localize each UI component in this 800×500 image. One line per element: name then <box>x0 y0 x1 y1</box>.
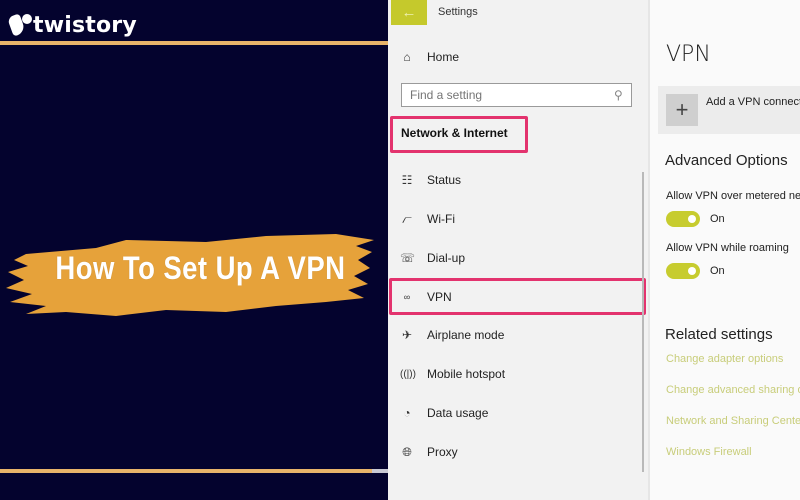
link-adapter-options[interactable]: Change adapter options <box>666 353 783 365</box>
option-label: Allow VPN while roaming <box>666 242 789 254</box>
page-title: VPN <box>666 42 711 67</box>
search-icon[interactable]: ⚲ <box>614 88 623 102</box>
scrollbar[interactable] <box>642 172 644 472</box>
nav-dialup[interactable]: ☏ Dial-up <box>400 245 465 271</box>
highlight-vpn <box>389 278 646 315</box>
nav-label: Data usage <box>427 406 489 420</box>
wifi-icon: ⦧ <box>402 211 412 226</box>
bottom-divider <box>0 469 372 473</box>
advanced-options-title: Advanced Options <box>665 152 788 169</box>
add-vpn-label[interactable]: Add a VPN connection <box>706 96 800 108</box>
back-button[interactable]: ← <box>391 0 427 25</box>
roaming-toggle[interactable] <box>666 263 700 279</box>
search-box[interactable]: ⚲ <box>401 83 632 107</box>
bottom-divider-end <box>372 469 388 473</box>
nav-airplane[interactable]: ✈ Airplane mode <box>400 322 504 348</box>
brand-logo-icon <box>6 13 32 37</box>
airplane-icon: ✈ <box>401 328 413 342</box>
arrow-left-icon: ← <box>401 4 417 21</box>
home-icon: ⌂ <box>403 50 411 64</box>
nav-label: Wi-Fi <box>427 212 455 226</box>
globe-icon: 🌐︎ <box>402 444 412 459</box>
headline: How To Set Up A VPN <box>55 250 346 286</box>
nav-home[interactable]: ⌂ Home <box>400 44 459 70</box>
nav-label: Status <box>427 173 462 187</box>
toggle-state: On <box>710 265 725 277</box>
phone-icon: ☏ <box>400 251 416 265</box>
link-windows-firewall[interactable]: Windows Firewall <box>666 446 752 458</box>
nav-hotspot[interactable]: ((|)) Mobile hotspot <box>400 361 505 387</box>
highlight-section <box>390 116 528 153</box>
nav-wifi[interactable]: ⦧ Wi-Fi <box>400 206 455 232</box>
related-settings-title: Related settings <box>665 326 773 343</box>
nav-label: Airplane mode <box>427 328 505 342</box>
nav-status[interactable]: ☷ Status <box>400 167 461 193</box>
window-title: Settings <box>438 6 478 18</box>
nav-label: Mobile hotspot <box>427 367 506 381</box>
metered-toggle[interactable] <box>666 211 700 227</box>
nav-data-usage[interactable]: ◔ Data usage <box>400 400 488 426</box>
link-advanced-sharing[interactable]: Change advanced sharing options <box>666 384 800 396</box>
nav-proxy[interactable]: 🌐︎ Proxy <box>400 439 458 465</box>
nav-home-label: Home <box>427 50 460 64</box>
nav-label: Proxy <box>427 445 458 459</box>
option-label: Allow VPN over metered networks <box>666 190 800 202</box>
plus-icon[interactable]: + <box>666 94 698 126</box>
brand-logo: twistory <box>6 8 137 42</box>
globe-monitor-icon: ☷ <box>401 173 413 187</box>
toggle-state: On <box>710 213 725 225</box>
brand-name: twistory <box>33 12 137 38</box>
nav-label: Dial-up <box>427 251 466 265</box>
link-sharing-center[interactable]: Network and Sharing Center <box>666 415 800 427</box>
hotspot-icon: ((|)) <box>400 368 416 380</box>
search-input[interactable] <box>402 87 612 103</box>
pie-icon: ◔ <box>403 406 411 420</box>
top-divider <box>0 41 388 45</box>
